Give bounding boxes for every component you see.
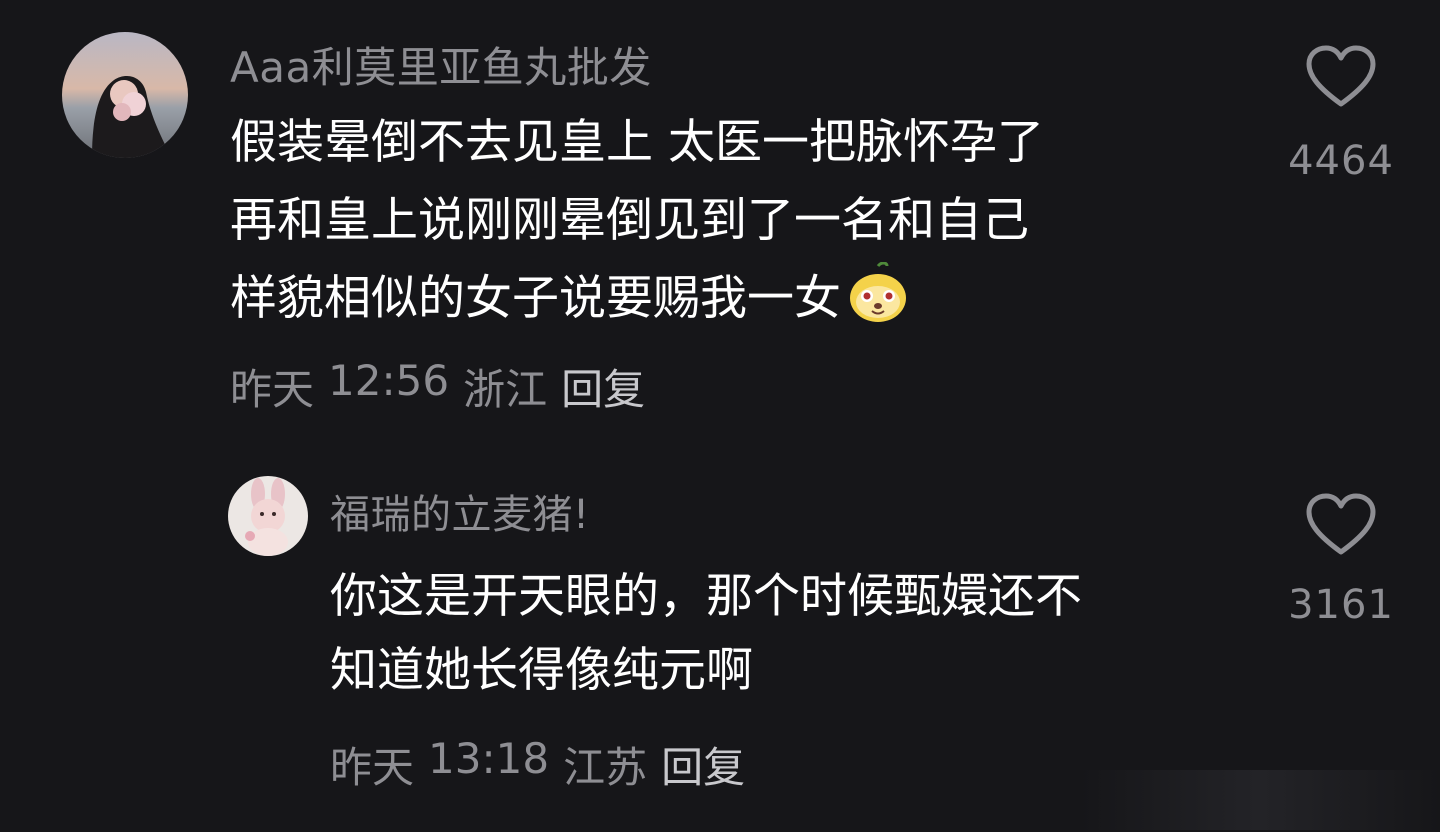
comment-time: 12:56 (328, 356, 450, 405)
comment-line: 知道她长得像纯元啊 (330, 643, 753, 698)
comment-meta: 昨天 13:18 江苏 回复 (330, 734, 745, 795)
like-count: 3161 (1288, 582, 1394, 628)
avatar[interactable] (62, 32, 188, 158)
comment-line: 样貌相似的女子说要赐我一女 (230, 260, 1044, 338)
bottom-fade (1080, 770, 1440, 830)
comment-location: 浙江 (463, 365, 548, 414)
like-group: 4464 (1281, 44, 1401, 184)
comment-text: 你这是开天眼的，那个时候甄嬛还不 知道她长得像纯元啊 (330, 560, 1082, 708)
comment-line-text: 样貌相似的女子说要赐我一女 (230, 271, 841, 326)
heart-icon[interactable] (1305, 44, 1377, 110)
avatar[interactable] (228, 476, 308, 556)
comment-line: 你这是开天眼的，那个时候甄嬛还不 (330, 569, 1082, 624)
comment-date: 昨天 (230, 365, 315, 414)
comment-meta: 昨天 12:56 浙江 回复 (230, 356, 645, 417)
like-count: 4464 (1288, 138, 1394, 184)
username[interactable]: 福瑞的立麦猪! (330, 482, 590, 540)
reply-button[interactable]: 回复 (661, 734, 745, 795)
comment-line: 再和皇上说刚刚晕倒见到了一名和自己 (230, 193, 1029, 248)
avatar-image (228, 476, 308, 556)
comment-line: 假装晕倒不去见皇上 太医一把脉怀孕了 (230, 115, 1044, 170)
reply-button[interactable]: 回复 (561, 356, 645, 417)
smirk-face-emoji-icon (847, 261, 909, 324)
comment-time: 13:18 (428, 734, 550, 783)
comment-text: 假装晕倒不去见皇上 太医一把脉怀孕了 再和皇上说刚刚晕倒见到了一名和自己 样貌相… (230, 104, 1044, 338)
like-group: 3161 (1281, 492, 1401, 628)
heart-icon[interactable] (1305, 492, 1377, 558)
comment-location: 江苏 (563, 743, 648, 792)
username[interactable]: Aaa利莫里亚鱼丸批发 (230, 34, 652, 95)
avatar-image (62, 32, 188, 158)
comment-date: 昨天 (330, 743, 415, 792)
